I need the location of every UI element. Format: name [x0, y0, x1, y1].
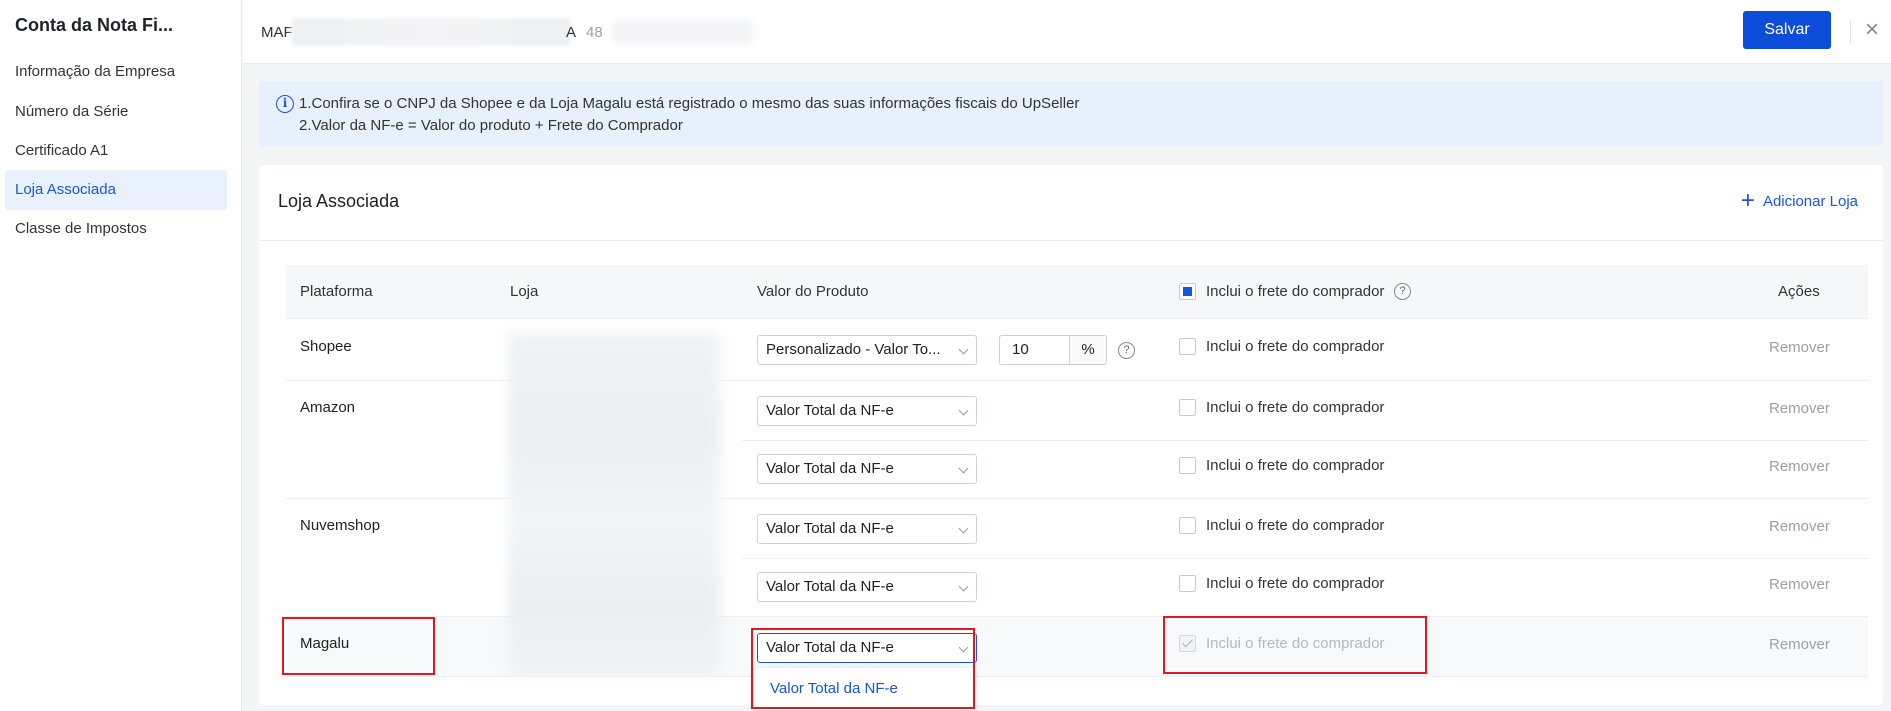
header-store: Loja — [510, 283, 539, 300]
redacted-company-name — [291, 18, 571, 46]
add-store-label: Adicionar Loja — [1762, 192, 1858, 210]
sub-row-divider — [742, 440, 1868, 441]
plus-icon: + — [1740, 187, 1755, 214]
freight-checkbox[interactable] — [1179, 399, 1196, 416]
product-value-select[interactable]: Valor Total da NF-e — [757, 396, 977, 426]
card-divider — [259, 240, 1883, 241]
help-icon[interactable]: ? — [1118, 342, 1135, 359]
remove-button[interactable]: Remover — [1769, 636, 1830, 653]
top-bar: MAF A 48 Salvar × — [243, 0, 1891, 64]
remove-button[interactable]: Remover — [1769, 458, 1830, 475]
chevron-down-icon — [958, 581, 969, 592]
close-icon[interactable]: × — [1865, 18, 1879, 42]
sidebar-item-tax-class[interactable]: Classe de Impostos — [5, 209, 227, 249]
sidebar-item-linked-store[interactable]: Loja Associada — [5, 170, 227, 210]
header-freight: Inclui o frete do comprador — [1206, 283, 1385, 300]
banner-line-1: 1.Confira se o CNPJ da Shopee e da Loja … — [299, 95, 1080, 112]
percent-addon: % — [1069, 335, 1107, 365]
chevron-down-icon — [958, 405, 969, 416]
remove-button[interactable]: Remover — [1769, 400, 1830, 417]
freight-label: Inclui o frete do comprador — [1206, 517, 1385, 534]
table-header: Plataforma Loja Valor do Produto Inclui … — [286, 265, 1868, 319]
percent-input[interactable]: 10 — [999, 335, 1069, 365]
remove-button[interactable]: Remover — [1769, 339, 1830, 356]
chevron-down-icon — [958, 463, 969, 474]
product-value-select[interactable]: Valor Total da NF-e — [757, 514, 977, 544]
freight-label: Inclui o frete do comprador — [1206, 338, 1385, 355]
header-platform: Plataforma — [300, 283, 373, 300]
product-value-select[interactable]: Personalizado - Valor To... — [757, 335, 977, 365]
banner-line-2: 2.Valor da NF-e = Valor do produto + Fre… — [299, 117, 683, 134]
help-icon[interactable]: ? — [1394, 283, 1411, 300]
header-actions: Ações — [1778, 283, 1820, 300]
freight-label: Inclui o frete do comprador — [1206, 575, 1385, 592]
freight-checkbox[interactable] — [1179, 517, 1196, 534]
remove-button[interactable]: Remover — [1769, 518, 1830, 535]
sub-row-divider — [742, 558, 1868, 559]
linked-store-card: Loja Associada + Adicionar Loja Platafor… — [259, 165, 1883, 705]
annotation-box-freight — [1163, 616, 1427, 674]
info-icon: i — [276, 95, 294, 113]
redacted-store-names — [508, 333, 720, 675]
header-product-value: Valor do Produto — [757, 283, 869, 300]
annotation-box-magalu — [282, 617, 435, 675]
save-button[interactable]: Salvar — [1743, 11, 1831, 49]
sidebar-item-company-info[interactable]: Informação da Empresa — [5, 52, 227, 92]
annotation-box-select — [751, 628, 975, 709]
sidebar-item-series-number[interactable]: Número da Série — [5, 92, 227, 132]
chevron-down-icon — [958, 344, 969, 355]
redacted-company-id — [613, 20, 753, 44]
freight-label: Inclui o frete do comprador — [1206, 457, 1385, 474]
company-number: 48 — [586, 24, 603, 41]
freight-checkbox[interactable] — [1179, 575, 1196, 592]
info-banner: i 1.Confira se o CNPJ da Shopee e da Loj… — [259, 81, 1883, 146]
remove-button[interactable]: Remover — [1769, 576, 1830, 593]
sidebar-title: Conta da Nota Fi... — [15, 15, 174, 35]
product-value-select[interactable]: Valor Total da NF-e — [757, 454, 977, 484]
add-store-button[interactable]: + Adicionar Loja — [1740, 187, 1858, 214]
platform-name: Shopee — [300, 338, 352, 355]
sidebar-item-certificate[interactable]: Certificado A1 — [5, 131, 227, 171]
company-name-suffix: A — [566, 24, 577, 41]
platform-name: Amazon — [300, 399, 356, 416]
chevron-down-icon — [958, 523, 969, 534]
product-value-select[interactable]: Valor Total da NF-e — [757, 572, 977, 602]
sidebar: Conta da Nota Fi... Informação da Empres… — [0, 0, 242, 711]
platform-name: Nuvemshop — [300, 517, 381, 534]
freight-label: Inclui o frete do comprador — [1206, 399, 1385, 416]
header-divider — [1850, 20, 1851, 44]
freight-checkbox[interactable] — [1179, 338, 1196, 355]
freight-checkbox[interactable] — [1179, 457, 1196, 474]
company-name-prefix: MAF — [261, 24, 293, 41]
card-title: Loja Associada — [278, 191, 400, 211]
select-all-freight-checkbox[interactable] — [1179, 283, 1196, 300]
